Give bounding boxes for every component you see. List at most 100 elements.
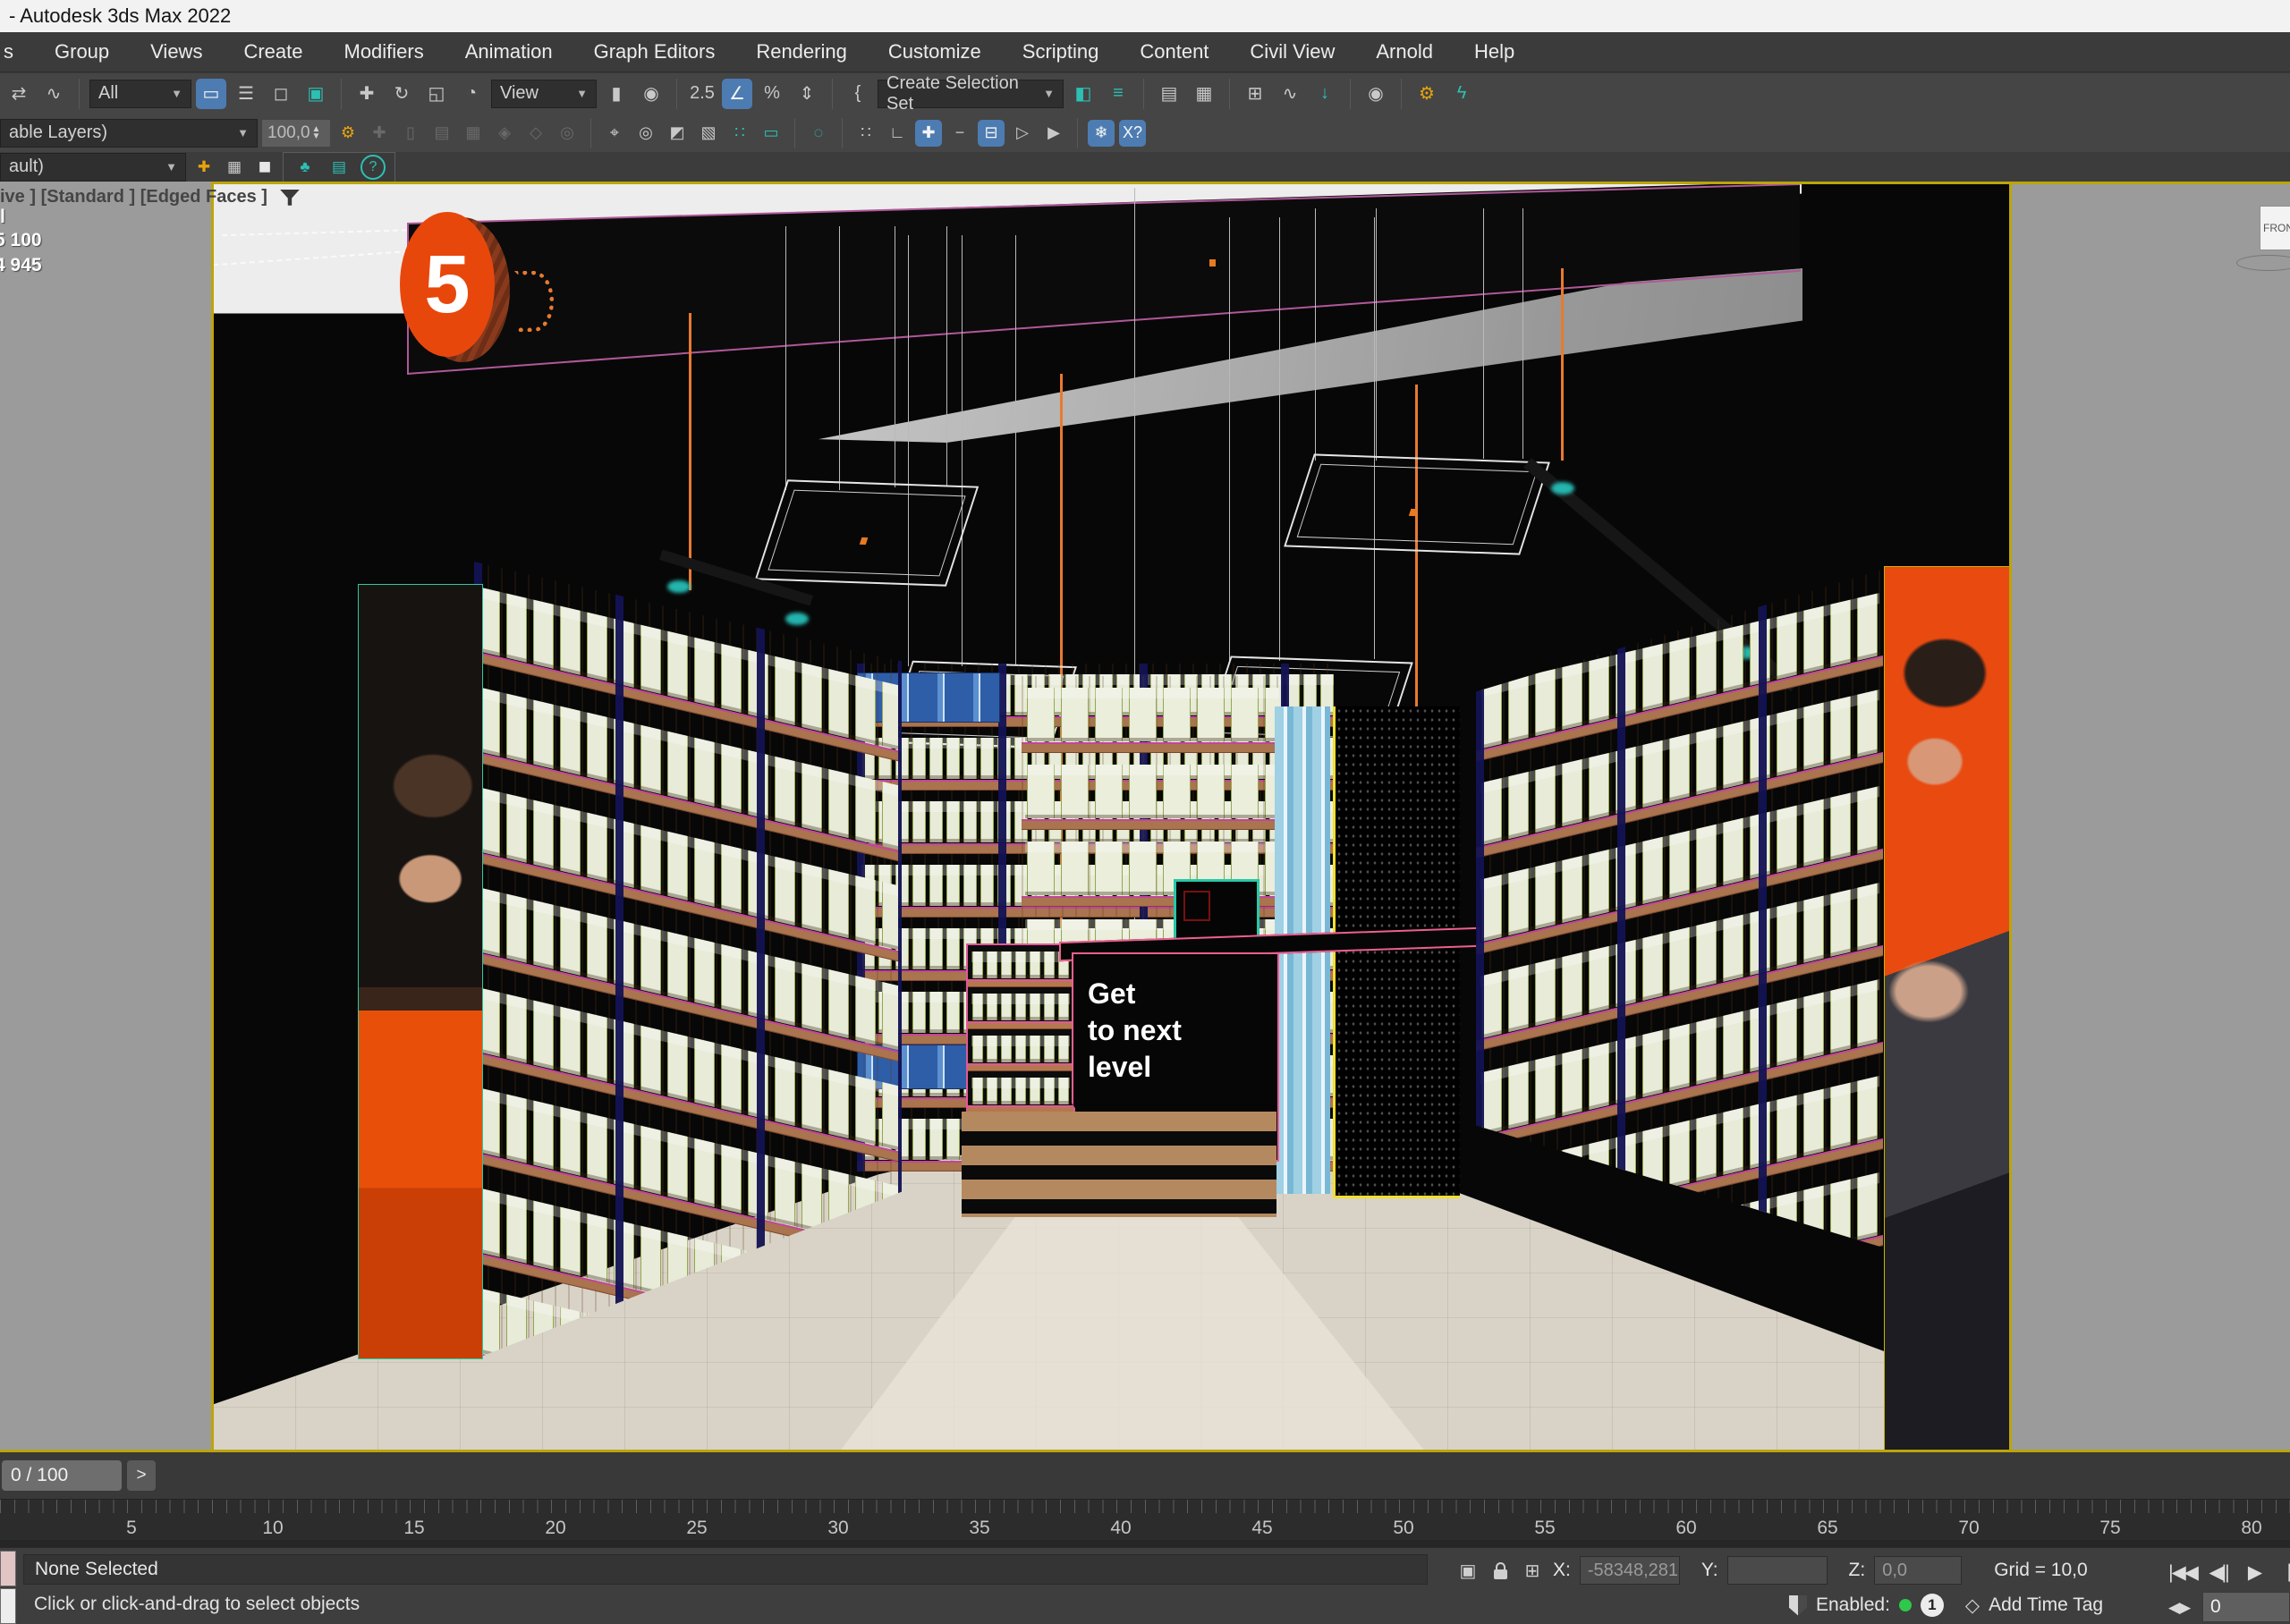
edit-working-pivot-icon[interactable]: ▧ — [695, 120, 722, 147]
menu-item[interactable]: s — [4, 40, 13, 63]
snap-grid-points-icon[interactable]: ∷ — [852, 120, 879, 147]
time-tag-cube-icon[interactable]: ◇ — [1965, 1594, 1980, 1617]
time-slider-handle[interactable]: 0 / 100 — [2, 1460, 122, 1491]
active-layer-dropdown[interactable]: able Layers) ▼ — [0, 119, 258, 148]
viewcube-compass-ring[interactable] — [2236, 255, 2290, 271]
material-editor-icon[interactable]: ↓ — [1310, 79, 1340, 109]
use-pivot-point-icon[interactable]: ▮ — [601, 79, 632, 109]
window-crossing-icon[interactable]: ▣ — [301, 79, 331, 109]
edit-named-selection-sets-icon[interactable]: { — [843, 79, 873, 109]
next-frame-button[interactable]: > — [127, 1460, 156, 1491]
time-slider-track[interactable]: 0 / 100 > — [0, 1452, 2290, 1499]
viewcube[interactable]: FRON — [2260, 206, 2290, 250]
menu-item[interactable]: Graph Editors — [594, 40, 716, 63]
spinner-arrows-icon[interactable]: ▲▼ — [312, 126, 321, 140]
snap-midpoint-icon[interactable]: ⊟ — [978, 120, 1005, 147]
maxscript-mini-listener-macro[interactable] — [0, 1551, 16, 1586]
select-and-move-icon[interactable]: ✚ — [352, 79, 382, 109]
use-selection-center-icon[interactable]: ◉ — [636, 79, 666, 109]
document-notes-icon[interactable]: ▤ — [327, 156, 352, 179]
snap-face-icon[interactable]: ▶ — [1040, 120, 1067, 147]
camera-viewport[interactable]: 5 — [213, 182, 2011, 1452]
percent-snap-icon[interactable]: % — [757, 79, 787, 109]
render-iterative-teapot-icon[interactable]: ϟ — [1446, 79, 1477, 109]
working-pivot-icon[interactable]: ◩ — [664, 120, 691, 147]
angle-snap-icon[interactable]: ∠ — [722, 79, 752, 109]
select-and-place-icon[interactable]: ◔ — [456, 79, 487, 109]
selection-region-icon[interactable]: ▣ — [1456, 1559, 1480, 1582]
snap-edge-icon[interactable]: − — [946, 120, 973, 147]
snap-pivot-icon[interactable]: ∟ — [884, 120, 911, 147]
named-selection-set-dropdown[interactable]: Create Selection Set ▼ — [878, 80, 1064, 108]
menu-item[interactable]: Animation — [465, 40, 553, 63]
x-coordinate-field[interactable]: -58348,281 — [1580, 1556, 1680, 1585]
measure-tool-icon[interactable]: ▭ — [758, 120, 785, 147]
render-setup-icon[interactable]: ◉ — [1361, 79, 1391, 109]
preset-dropdown[interactable]: ault) ▼ — [0, 153, 186, 182]
menu-item[interactable]: Customize — [888, 40, 981, 63]
menu-item[interactable]: Help — [1474, 40, 1514, 63]
menu-item[interactable]: Modifiers — [344, 40, 424, 63]
pivot-center-icon[interactable]: ◎ — [632, 120, 659, 147]
snap-normal-icon[interactable]: ▷ — [1009, 120, 1036, 147]
bind-to-space-warp-icon[interactable]: ∿ — [38, 79, 69, 109]
forest-vegetation-icon[interactable]: ♣ — [293, 156, 318, 179]
menu-item[interactable]: Civil View — [1250, 40, 1335, 63]
snap-circle-icon[interactable]: ◌ — [805, 120, 832, 147]
viewport-label[interactable]: ive ] [Standard ] [Edged Faces ] — [0, 187, 300, 207]
select-and-link-icon[interactable]: ⇄ — [4, 79, 34, 109]
menu-item[interactable]: Group — [55, 40, 109, 63]
delete-layer-icon[interactable]: ▯ — [397, 120, 424, 147]
curve-editor-icon[interactable]: ∿ — [1275, 79, 1305, 109]
scene-explorer-icon[interactable]: ▤ — [1154, 79, 1184, 109]
playback-button[interactable]: |◀◀ — [2165, 1556, 2201, 1588]
reference-coordinate-dropdown[interactable]: View ▼ — [491, 80, 597, 108]
menu-item[interactable]: Content — [1140, 40, 1209, 63]
layer-explorer-icon[interactable]: ▦ — [1189, 79, 1219, 109]
select-and-scale-icon[interactable]: ◱ — [421, 79, 452, 109]
menu-item[interactable]: Create — [243, 40, 302, 63]
key-mode-toggle[interactable]: ◀▶ — [2168, 1599, 2190, 1617]
playback-button[interactable]: ▶ — [2236, 1556, 2272, 1588]
menu-item[interactable]: Arnold — [1376, 40, 1433, 63]
percent-snap-spinner[interactable]: 100,0 ▲▼ — [262, 120, 330, 147]
snaps-toggle-icon[interactable]: 2.5 — [687, 79, 717, 109]
select-and-rotate-icon[interactable]: ↻ — [386, 79, 417, 109]
select-object-icon[interactable]: ▭ — [196, 79, 226, 109]
add-selection-to-layer-icon[interactable]: ▤ — [428, 120, 455, 147]
maxscript-mini-listener-script[interactable] — [0, 1588, 16, 1624]
spinner-snap-icon[interactable]: ⇕ — [792, 79, 822, 109]
add-time-tag[interactable]: Add Time Tag — [1989, 1594, 2103, 1616]
snap-plus-icon[interactable]: ✚ — [915, 120, 942, 147]
mirror-icon[interactable]: ◧ — [1068, 79, 1098, 109]
merge-layers-icon[interactable]: ◇ — [522, 120, 549, 147]
menu-item[interactable]: Rendering — [756, 40, 847, 63]
selection-lock-icon[interactable] — [1488, 1559, 1512, 1582]
help-icon[interactable]: ? — [360, 155, 386, 180]
y-coordinate-field[interactable] — [1727, 1556, 1828, 1585]
selection-filter-dropdown[interactable]: All ▼ — [89, 80, 191, 108]
rectangular-selection-region-icon[interactable]: ◻ — [266, 79, 296, 109]
playback-button[interactable]: || — [2272, 1556, 2290, 1588]
layer-properties-icon[interactable]: ◎ — [554, 120, 581, 147]
manage-layers-icon[interactable]: ⚙ — [335, 120, 361, 147]
playback-button[interactable]: ◀|| — [2201, 1556, 2236, 1588]
add-to-active-layer-icon[interactable]: ✚ — [191, 156, 216, 179]
track-bar-ruler[interactable]: 5101520253035404550556065707580 — [0, 1499, 2290, 1547]
snap-xy-icon[interactable]: X? — [1119, 120, 1146, 147]
render-production-teapot-icon[interactable]: ⚙ — [1412, 79, 1442, 109]
set-current-layer-icon[interactable]: ◈ — [491, 120, 518, 147]
grid-align-icon[interactable]: ∷ — [726, 120, 753, 147]
filter-funnel-icon[interactable] — [280, 190, 300, 206]
ribbon-toggle-icon[interactable]: ⊞ — [1240, 79, 1270, 109]
security-shield-icon[interactable] — [1789, 1595, 1807, 1616]
current-frame-field[interactable]: 0 — [2202, 1592, 2290, 1622]
select-objects-in-layer-icon[interactable]: ▦ — [460, 120, 487, 147]
menu-item[interactable]: Scripting — [1022, 40, 1099, 63]
color-swatch[interactable]: ■ — [252, 156, 277, 179]
select-by-name-icon[interactable]: ☰ — [231, 79, 261, 109]
pivot-surface-icon[interactable]: ⌖ — [601, 120, 628, 147]
notification-count-badge[interactable]: 1 — [1921, 1594, 1944, 1617]
align-icon[interactable]: ≡ — [1103, 79, 1133, 109]
menu-item[interactable]: Views — [150, 40, 202, 63]
